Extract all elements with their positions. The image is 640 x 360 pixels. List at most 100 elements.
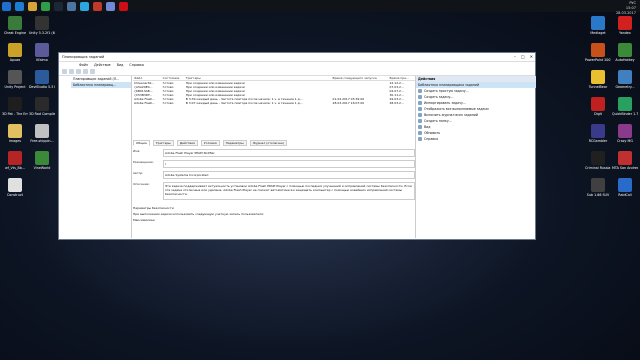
desktop-icon[interactable]: wf_Vts_Bb... <box>2 151 28 170</box>
description-field[interactable]: Эта задача поддерживает актуальность уст… <box>163 182 415 200</box>
security-header: Параметры безопасности <box>133 206 174 210</box>
desktop-icon-label: Cheat Engine <box>3 31 27 35</box>
name-field[interactable]: Adobe Flash Player PPAPI Notifier <box>163 149 415 157</box>
author-label: Автор: <box>133 171 144 175</box>
action-icon <box>418 113 422 117</box>
desktop-icon-label: AutoHotkey <box>615 58 635 62</box>
app-icon <box>591 151 605 165</box>
app-icon <box>8 43 22 57</box>
desktop-icon-label: Mediaget <box>590 31 606 35</box>
desktop-icon-label: wf_Vts_Bb... <box>5 166 25 170</box>
help-icon[interactable] <box>90 69 95 74</box>
task-scheduler-window: Планировщик заданий – □ ✕ Файл Действие Ви… <box>58 52 536 240</box>
name-label: Имя: <box>133 149 141 153</box>
action-label: Отображать все выполняемые задачи <box>424 107 489 111</box>
desktop-icon-label: Geometry... <box>615 85 635 89</box>
desktop-icon[interactable]: TunnelBear <box>585 70 611 89</box>
chrome-icon[interactable] <box>41 1 50 11</box>
desktop-icon-label: Unity 5.3.2f1 (64-bit) <box>29 31 55 35</box>
toolbar <box>59 68 535 76</box>
forward-icon[interactable] <box>69 69 74 74</box>
desktop-icon[interactable]: Geometry... <box>612 70 638 89</box>
task-table: Файл Состояние Триггеры Время следующего за… <box>133 76 415 105</box>
desktop-icon[interactable]: 3D Rad Compiler <box>29 97 55 116</box>
security-user: Максимилиан <box>133 218 155 222</box>
desktop-icon-label: Архив <box>9 58 21 62</box>
app-icon <box>618 97 632 111</box>
desktop-icon-label: Construct <box>7 193 23 197</box>
task-properties: Имя: Adobe Flash Player PPAPI Notifier Ра… <box>133 146 415 238</box>
navigation-tree: Планировщик заданий (Л... Библиотека пла… <box>71 76 132 238</box>
desktop-icon[interactable]: RCGambler <box>585 124 611 143</box>
desktop-icon[interactable]: Crazy MG <box>612 124 638 143</box>
desktop-icon[interactable]: Free-shippin... <box>29 124 55 143</box>
desktop-icon[interactable]: Архив <box>2 43 28 62</box>
desktop-icon[interactable]: Kfalma <box>29 43 55 62</box>
desktop-icon[interactable]: RaidCall <box>612 178 638 197</box>
menu-item[interactable]: Файл <box>79 63 88 67</box>
explorer-icon[interactable] <box>28 1 37 11</box>
music-icon[interactable] <box>93 1 102 11</box>
desktop-icon[interactable]: Sub 1.66 SUV <box>585 178 611 197</box>
table-cell: 28.03.2... <box>389 101 404 105</box>
desktop-icon[interactable]: Digit <box>585 97 611 116</box>
telegram-icon[interactable] <box>80 1 89 11</box>
desktop-icon[interactable]: DeviStudio 5.3 beta <box>29 70 55 89</box>
action-icon <box>418 125 422 129</box>
action-item[interactable]: Справка <box>416 136 536 142</box>
desktop-icon[interactable]: Mediaget <box>585 16 611 35</box>
vk-icon[interactable] <box>67 1 76 11</box>
folder-icon[interactable] <box>76 69 81 74</box>
desktop-icon[interactable]: VineWorld <box>29 151 55 170</box>
edge-icon[interactable] <box>15 1 24 11</box>
desktop-icon[interactable]: Yandex <box>612 16 638 35</box>
window-title: Планировщик заданий <box>62 55 105 59</box>
minimize-icon[interactable]: – <box>514 54 516 59</box>
app-icon <box>8 151 22 165</box>
desktop-icon[interactable]: Construct <box>2 178 28 197</box>
properties-icon[interactable] <box>83 69 88 74</box>
menu-item[interactable]: Действие <box>94 63 111 67</box>
back-icon[interactable] <box>62 69 67 74</box>
desktop-icon[interactable]: Unity Project <box>2 70 28 89</box>
task-list-pane: Файл Состояние Триггеры Время следующего за… <box>133 76 415 238</box>
desktop-icon[interactable]: Unity 5.3.2f1 (64-bit) <box>29 16 55 35</box>
menu-item[interactable]: Справка <box>129 63 144 67</box>
desktop-icon-label: 3D Rad Compiler <box>29 112 55 116</box>
action-icon <box>418 107 422 111</box>
app-icon <box>591 70 605 84</box>
app-icon <box>591 16 605 30</box>
app-icon <box>8 97 22 111</box>
maximize-icon[interactable]: □ <box>521 54 525 59</box>
desktop-icon[interactable]: Criminal Russia M <box>585 151 611 170</box>
desktop-icon[interactable]: 3D Pat - The Empty Space <box>2 97 28 116</box>
action-icon <box>418 119 422 123</box>
action-label: Создать задачу... <box>424 95 454 99</box>
app-icon <box>35 43 49 57</box>
desktop-icon[interactable]: Cheat Engine <box>2 16 28 35</box>
system-tray[interactable]: РУС 15:07 28.03.2017 <box>616 1 636 16</box>
tree-item-library[interactable]: Библиотека планировщ... <box>71 82 131 88</box>
action-icon <box>418 137 422 141</box>
windows-icon[interactable] <box>2 1 11 11</box>
desktop-icon[interactable]: QuickBinder 1.7 <box>612 97 638 116</box>
desktop-icon[interactable]: images <box>2 124 28 143</box>
location-field[interactable]: \ <box>163 160 415 168</box>
steam-icon[interactable] <box>54 1 63 11</box>
action-icon <box>418 131 422 135</box>
discord-icon[interactable] <box>106 1 115 11</box>
opera-icon[interactable] <box>119 1 128 11</box>
table-row[interactable]: Adobe Flash... Готово В 3:07 каждый день -… <box>133 101 415 105</box>
table-cell: 28.03.2017 16:07:00 <box>332 101 365 105</box>
desktop-icon-label: Unity Project <box>4 85 26 89</box>
window-titlebar[interactable]: Планировщик заданий – □ ✕ <box>59 53 535 62</box>
desktop-icon-label: Yandex <box>619 31 631 35</box>
action-label: Импортировать задачу... <box>424 101 466 105</box>
menu-item[interactable]: Вид <box>117 63 124 67</box>
desktop-icon[interactable]: PowerPoint 2007 <box>585 43 611 62</box>
close-icon[interactable]: ✕ <box>530 54 533 59</box>
desktop-icon[interactable]: AutoHotkey <box>612 43 638 62</box>
author-field[interactable]: Adobe Systems Incorporated <box>163 171 415 179</box>
desktop-icon[interactable]: MTA San Andreas 1.5 <box>612 151 638 170</box>
app-icon <box>35 70 49 84</box>
